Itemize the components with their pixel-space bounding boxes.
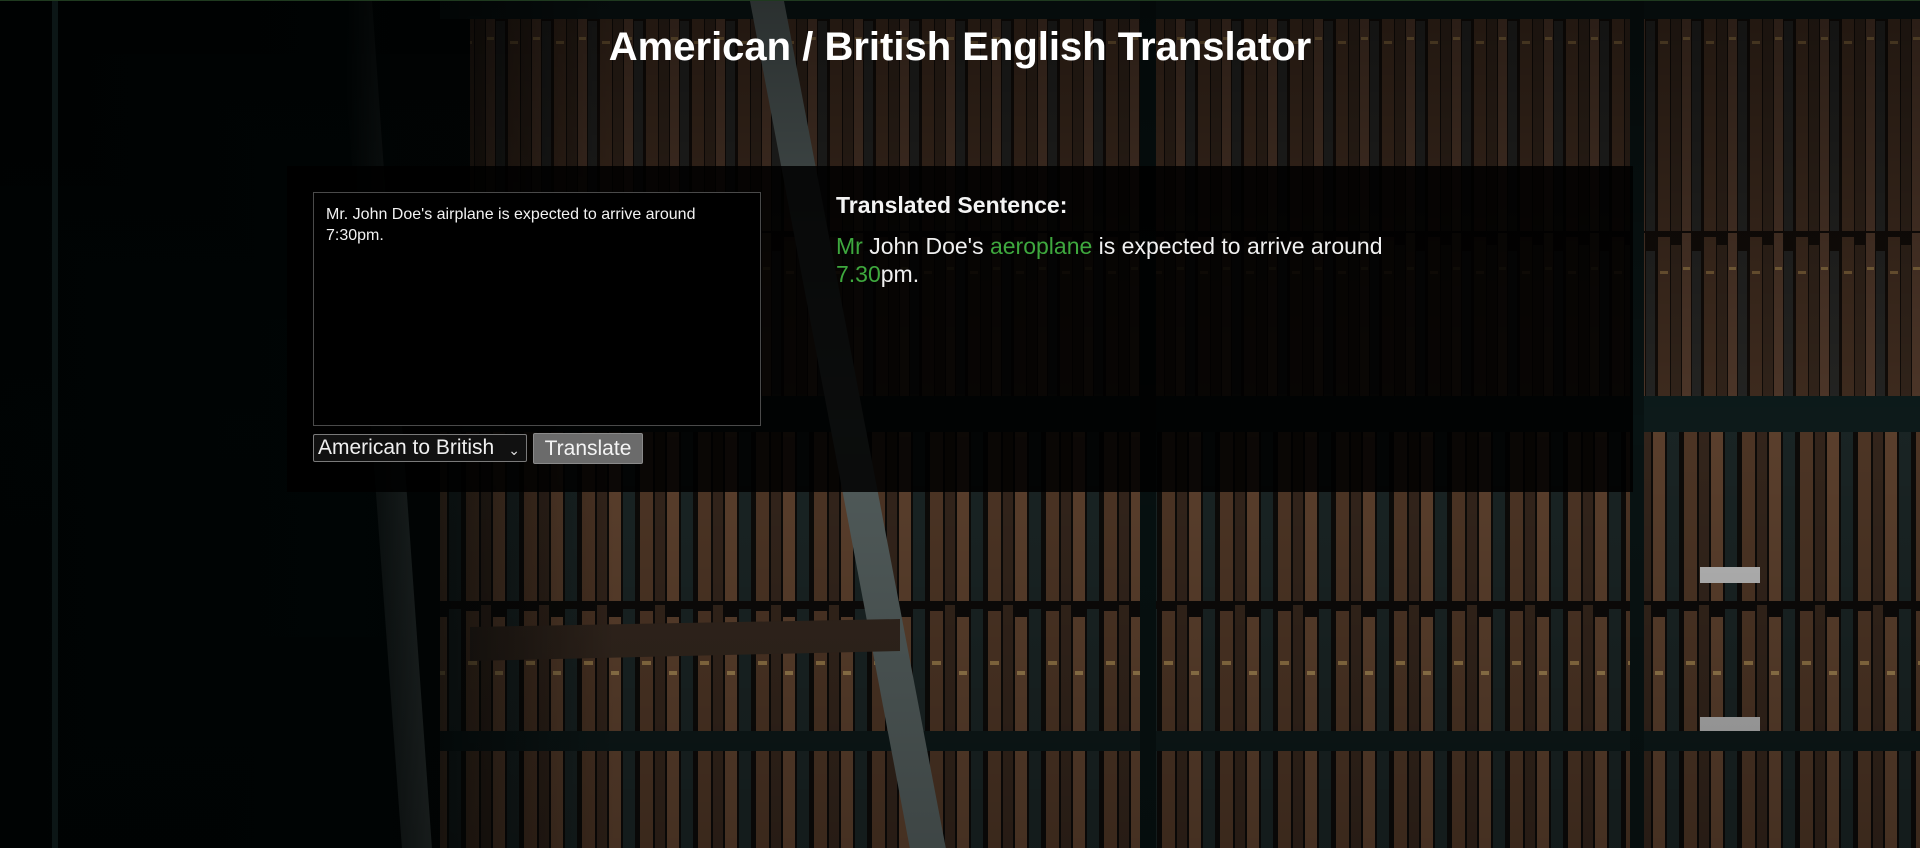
translated-segment: John Doe's: [862, 233, 990, 259]
locale-select-value: American to British: [318, 436, 495, 459]
app-root: American / British English Translator Mr…: [0, 0, 1920, 848]
translated-segment: Mr: [836, 233, 863, 259]
translated-segment: 7.30: [836, 261, 881, 287]
text-input[interactable]: Mr. John Doe's airplane is expected to a…: [313, 192, 761, 426]
translate-button[interactable]: Translate: [533, 433, 643, 464]
translated-segment: is expected to arrive around: [1092, 233, 1383, 259]
locale-select[interactable]: American to British ⌄: [313, 434, 527, 462]
translator-panel: Mr. John Doe's airplane is expected to a…: [287, 166, 1633, 492]
translated-sentence: Mr John Doe's aeroplane is expected to a…: [836, 232, 1436, 288]
page-title: American / British English Translator: [608, 25, 1312, 69]
translated-segment: aeroplane: [989, 233, 1093, 259]
translated-segment: pm.: [880, 261, 920, 287]
chevron-down-icon: ⌄: [508, 442, 520, 458]
output-heading: Translated Sentence:: [836, 192, 1068, 218]
